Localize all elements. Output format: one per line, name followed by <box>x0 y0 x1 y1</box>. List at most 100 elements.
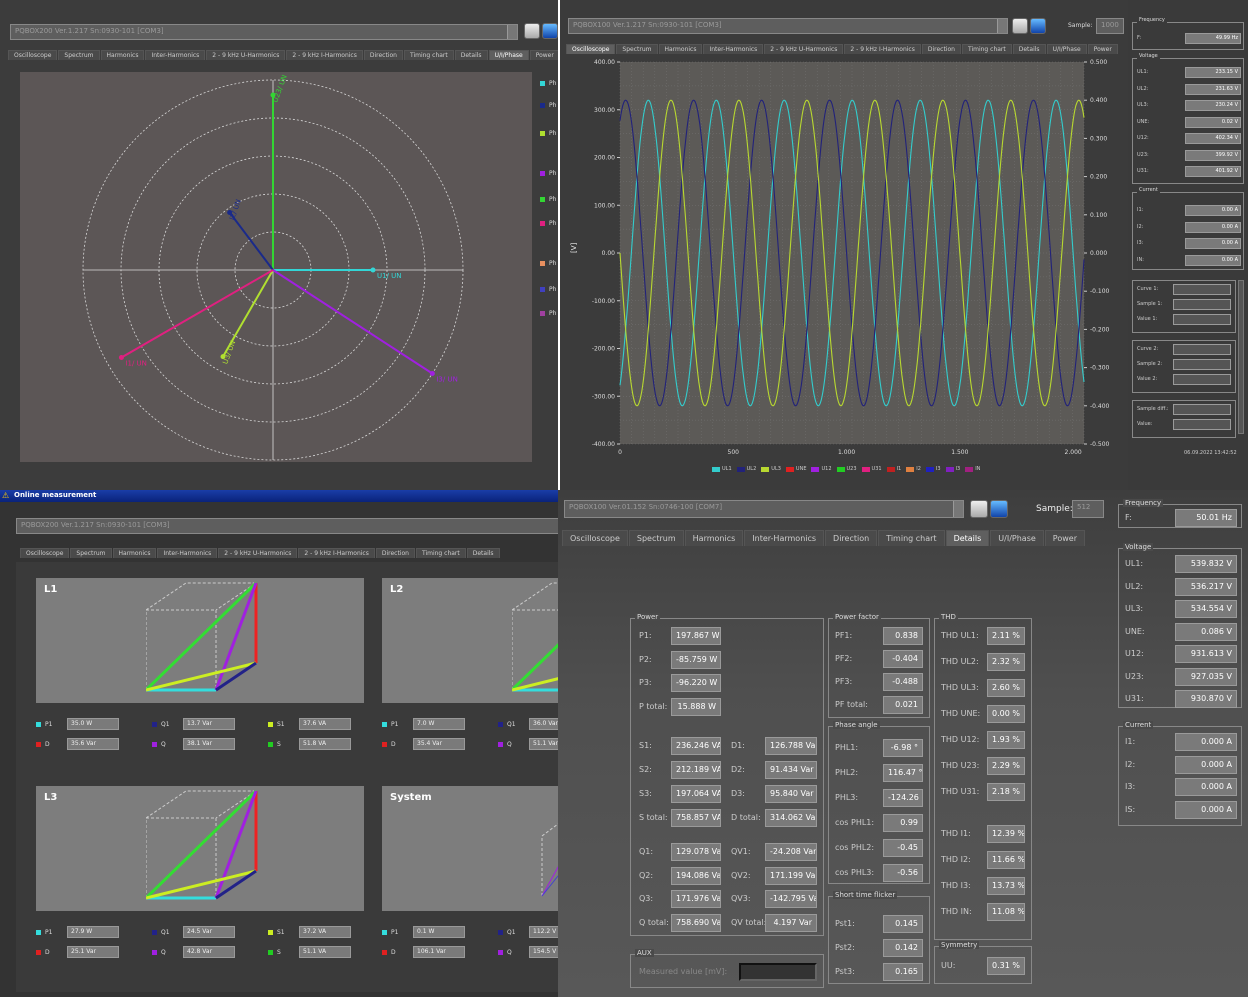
tab-harmonics[interactable]: Harmonics <box>658 44 703 54</box>
legend-item[interactable]: I1 <box>886 466 901 472</box>
field-label: S1: <box>639 741 652 750</box>
legend-item[interactable]: U12 <box>811 466 832 472</box>
field-label: Q3: <box>639 894 654 903</box>
field-label: cos PHL1: <box>835 818 875 827</box>
tab-2-9-khz-i-harmonics[interactable]: 2 - 9 kHz I-Harmonics <box>844 44 921 54</box>
stop-button[interactable] <box>542 23 558 39</box>
legend-label: Ph <box>549 170 557 177</box>
sample-select[interactable]: 512 <box>1072 500 1104 518</box>
device-select[interactable]: PQBOX100 Ver.01.152 Sn:0746-100 [COM7] <box>564 500 964 518</box>
vector-box-l1: L1 <box>36 578 364 703</box>
current-value: 0.00 A <box>1185 221 1241 233</box>
field-label: D total: <box>731 813 761 822</box>
tab-power[interactable]: Power <box>1087 44 1118 54</box>
tab-timing-chart[interactable]: Timing chart <box>878 530 945 546</box>
device-select[interactable]: PQBOX200 Ver.1.217 Sn:0930-101 [COM3] <box>10 24 518 40</box>
sidebar-scrollbar[interactable] <box>1238 280 1244 434</box>
tab-2-9-khz-u-harmonics[interactable]: 2 - 9 kHz U-Harmonics <box>206 50 286 60</box>
tab-2-9-khz-i-harmonics[interactable]: 2 - 9 kHz I-Harmonics <box>286 50 363 60</box>
legend: Ph Ph Ph Ph Ph Ph Ph Ph Ph <box>540 80 558 340</box>
tab-oscilloscope[interactable]: Oscilloscope <box>20 548 70 558</box>
vector-box-l2: L2 <box>382 578 558 703</box>
field-label: THD U12: <box>941 735 980 744</box>
tab-timing-chart[interactable]: Timing chart <box>415 548 466 558</box>
tab-details[interactable]: Details <box>945 530 990 546</box>
tab-2-9-khz-i-harmonics[interactable]: 2 - 9 kHz I-Harmonics <box>298 548 375 558</box>
aux-label: Measured value [mV]: <box>639 967 728 976</box>
value-display: 37.6 VA <box>299 718 351 730</box>
tab-spectrum[interactable]: Spectrum <box>616 44 658 54</box>
cursor-value <box>1173 299 1231 310</box>
play-button[interactable] <box>1012 18 1028 34</box>
field-value: -0.488 <box>883 673 923 691</box>
value-field: D 35.6 Var <box>36 738 119 750</box>
stop-button[interactable] <box>1030 18 1046 34</box>
tab-details[interactable]: Details <box>1012 44 1046 54</box>
tab-timing-chart[interactable]: Timing chart <box>961 44 1012 54</box>
legend-item[interactable]: IN <box>965 466 980 472</box>
field-value: 314.062 Var <box>765 809 817 827</box>
tab-direction[interactable]: Direction <box>825 530 878 546</box>
legend-item[interactable]: UL1 <box>712 466 732 472</box>
sample-select-value: 1000 <box>1101 21 1119 29</box>
field-value: 2.18 % <box>987 783 1025 801</box>
y2-tick-label: -0.400 <box>1090 403 1110 410</box>
tab-u-i-phase[interactable]: U/I/Phase <box>1046 44 1087 54</box>
tab-spectrum[interactable]: Spectrum <box>70 548 112 558</box>
legend-item[interactable]: UNE <box>785 466 806 472</box>
field-value: 0.000 A <box>1175 733 1237 751</box>
legend-label: Ph <box>549 196 557 203</box>
tab-harmonics[interactable]: Harmonics <box>684 530 744 546</box>
box-title: L2 <box>390 584 404 595</box>
cursor-value <box>1173 404 1231 415</box>
tab-2-9-khz-u-harmonics[interactable]: 2 - 9 kHz U-Harmonics <box>764 44 844 54</box>
tab-u-i-phase[interactable]: U/I/Phase <box>990 530 1044 546</box>
value-key: Q1 <box>161 720 170 728</box>
legend-item[interactable]: U31 <box>861 466 882 472</box>
tab-inter-harmonics[interactable]: Inter-Harmonics <box>744 530 825 546</box>
tab-direction[interactable]: Direction <box>375 548 415 558</box>
tab-inter-harmonics[interactable]: Inter-Harmonics <box>145 50 206 60</box>
tab-details[interactable]: Details <box>454 50 488 60</box>
tab-oscilloscope[interactable]: Oscilloscope <box>566 44 616 54</box>
legend-item[interactable]: I3 <box>945 466 960 472</box>
tab-direction[interactable]: Direction <box>921 44 961 54</box>
legend-item[interactable]: U23 <box>836 466 857 472</box>
tab-power[interactable]: Power <box>529 50 558 60</box>
cursor-value <box>1173 344 1231 355</box>
tab-oscilloscope[interactable]: Oscilloscope <box>8 50 58 60</box>
chevron-down-icon <box>953 501 963 517</box>
tab-power[interactable]: Power <box>1044 530 1085 546</box>
legend-swatch <box>761 466 770 472</box>
play-button[interactable] <box>524 23 540 39</box>
legend-item[interactable]: UL3 <box>761 466 781 472</box>
field-value: 171.976 Var <box>671 890 721 908</box>
play-button[interactable] <box>970 500 988 518</box>
tab-inter-harmonics[interactable]: Inter-Harmonics <box>703 44 764 54</box>
cursor-label: Value 2: <box>1137 376 1158 382</box>
tab-details[interactable]: Details <box>466 548 500 558</box>
sample-select[interactable]: 1000 <box>1096 18 1124 34</box>
device-select[interactable]: PQBOX200 Ver.1.217 Sn:0930-101 [COM3] <box>16 518 558 534</box>
legend-item[interactable]: I3 <box>925 466 941 472</box>
device-select[interactable]: PQBOX100 Ver.1.217 Sn:0930-101 [COM3] <box>568 18 1008 34</box>
value-field: S1 37.6 VA <box>268 718 351 730</box>
tab-harmonics[interactable]: Harmonics <box>100 50 145 60</box>
value-swatch <box>268 741 273 747</box>
tab-spectrum[interactable]: Spectrum <box>628 530 684 546</box>
tab-direction[interactable]: Direction <box>363 50 403 60</box>
legend-item[interactable]: I2 <box>906 466 921 472</box>
tab-spectrum[interactable]: Spectrum <box>58 50 100 60</box>
measurement-sidebar: Frequency F: 49.99 Hz Voltage UL1: 233.15 V UL… <box>1128 0 1248 490</box>
cursor-value <box>1173 284 1231 295</box>
tab-oscilloscope[interactable]: Oscilloscope <box>562 530 628 546</box>
tab-u-i-phase[interactable]: U/I/Phase <box>488 50 529 60</box>
value-display: 37.2 VA <box>299 926 351 938</box>
stop-button[interactable] <box>990 500 1008 518</box>
tab-2-9-khz-u-harmonics[interactable]: 2 - 9 kHz U-Harmonics <box>218 548 298 558</box>
tab-inter-harmonics[interactable]: Inter-Harmonics <box>157 548 218 558</box>
tab-harmonics[interactable]: Harmonics <box>112 548 157 558</box>
tab-timing-chart[interactable]: Timing chart <box>403 50 454 60</box>
cursor-label: Sample 1: <box>1137 301 1163 307</box>
legend-item[interactable]: UL2 <box>736 466 756 472</box>
